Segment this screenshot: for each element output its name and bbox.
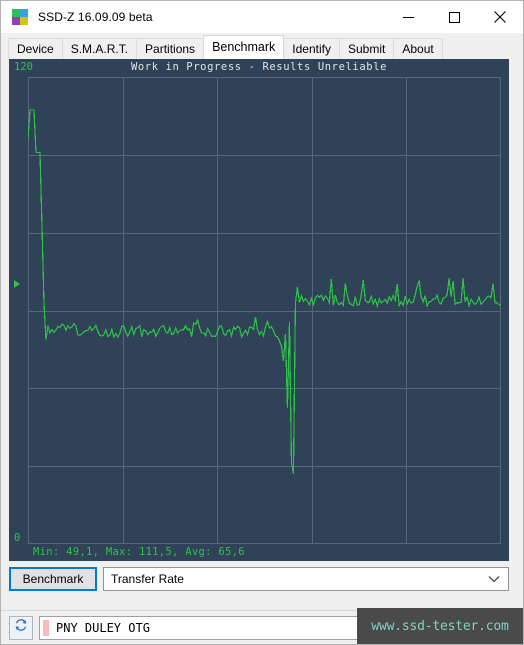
chart-gridlines — [28, 77, 501, 544]
window-controls — [385, 1, 523, 33]
device-name-value: PNY DULEY OTG — [56, 620, 150, 635]
window-title: SSD-Z 16.09.09 beta — [38, 10, 153, 24]
chevron-down-icon — [488, 568, 500, 590]
tab-identify[interactable]: Identify — [283, 38, 340, 59]
benchmark-panel: Work in Progress - Results Unreliable 12… — [1, 59, 523, 610]
tab-benchmark[interactable]: Benchmark — [203, 35, 285, 59]
tab-bar: Device S.M.A.R.T. Partitions Benchmark I… — [1, 33, 523, 59]
transfer-rate-chart[interactable]: Work in Progress - Results Unreliable 12… — [9, 59, 509, 561]
quit-button[interactable]: Quit — [459, 615, 515, 640]
chart-plot-area — [28, 77, 501, 544]
metric-select[interactable]: Transfer Rate — [103, 567, 509, 591]
minimize-button[interactable] — [385, 1, 431, 33]
tab-device[interactable]: Device — [8, 38, 63, 59]
benchmark-controls: Benchmark Transfer Rate — [9, 567, 509, 591]
transfer-rate-trace — [28, 109, 501, 475]
tab-submit[interactable]: Submit — [339, 38, 395, 59]
app-window: SSD-Z 16.09.09 beta Device S.M.A.R.T. Pa… — [0, 0, 524, 645]
y-axis-min-label: 0 — [14, 532, 21, 544]
ssd-z-logo-icon — [12, 9, 28, 25]
chart-svg — [28, 77, 501, 544]
logo-quadrant-green — [12, 9, 20, 17]
refresh-icon — [14, 618, 28, 637]
chart-stats-label: Min: 49,1, Max: 111,5, Avg: 65,6 — [33, 546, 245, 558]
refresh-button[interactable] — [9, 615, 33, 640]
tab-smart[interactable]: S.M.A.R.T. — [61, 38, 138, 59]
maximize-button[interactable] — [431, 1, 477, 33]
metric-select-value: Transfer Rate — [111, 572, 184, 586]
logo-quadrant-yellow — [20, 17, 28, 25]
run-benchmark-button[interactable]: Benchmark — [9, 567, 97, 591]
tab-partitions[interactable]: Partitions — [136, 38, 205, 59]
logo-quadrant-blue — [20, 9, 28, 17]
logo-quadrant-purple — [12, 17, 20, 25]
y-axis-max-label: 120 — [14, 61, 33, 73]
close-button[interactable] — [477, 1, 523, 33]
playhead-marker-icon — [14, 280, 20, 288]
device-name-field[interactable]: PNY DULEY OTG — [39, 615, 453, 640]
status-bar: PNY DULEY OTG Quit — [1, 610, 523, 644]
title-bar: SSD-Z 16.09.09 beta — [1, 1, 523, 33]
device-status-indicator — [43, 619, 49, 636]
tab-about[interactable]: About — [393, 38, 443, 59]
chart-frame — [28, 77, 501, 544]
chart-notice-label: Work in Progress - Results Unreliable — [130, 61, 388, 73]
